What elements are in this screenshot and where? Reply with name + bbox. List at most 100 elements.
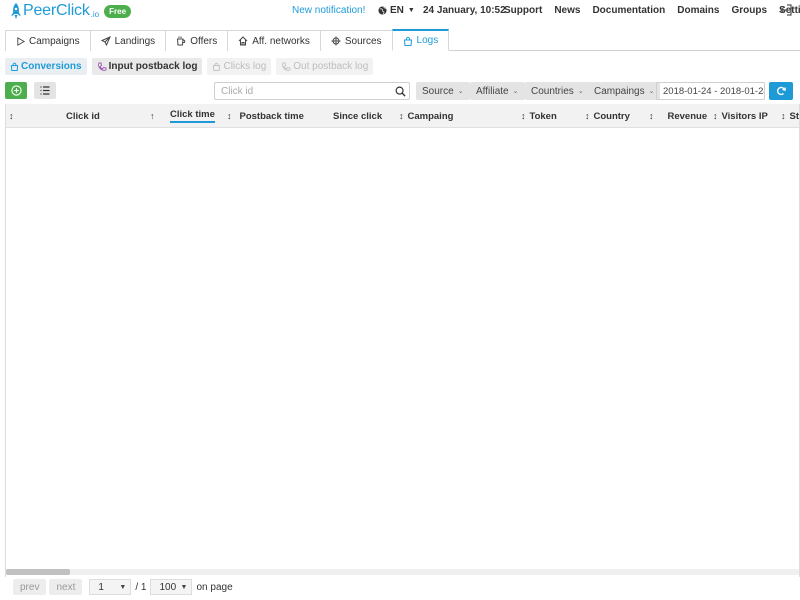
chevron-down-icon: ⌄: [648, 88, 655, 95]
subtab-label: Out postback log: [293, 61, 369, 72]
bag-icon: [213, 62, 221, 71]
click-id-search: [214, 82, 410, 100]
chevron-down-icon: ⌄: [457, 88, 464, 95]
tab-logs[interactable]: Logs: [391, 29, 450, 51]
subtab-input-postback-log[interactable]: Input postback log: [91, 58, 203, 75]
scrollbar-thumb[interactable]: [6, 569, 70, 575]
subtab-conversions[interactable]: Conversions: [5, 58, 87, 75]
filter-label: Source: [422, 85, 454, 97]
subtab-out-postback-log: Out postback log: [276, 58, 374, 75]
horizontal-scrollbar[interactable]: [6, 569, 799, 575]
logo-text: PeerClick: [23, 2, 90, 19]
logo[interactable]: PeerClick .io Free: [10, 2, 132, 20]
subtab-label: Clicks log: [223, 61, 267, 72]
nav-documentation[interactable]: Documentation: [592, 5, 665, 16]
column-label: Revenue: [667, 110, 708, 122]
tab-sources[interactable]: Sources: [319, 30, 393, 51]
caret-down-icon: ▼: [119, 583, 127, 591]
tab-campaigns[interactable]: Campaigns: [5, 30, 91, 51]
column-label: Token: [529, 110, 557, 122]
tab-label: Aff. networks: [252, 35, 310, 47]
phone-icon: [282, 62, 291, 71]
sort-both-icon: ↕: [9, 111, 14, 121]
language-label: EN: [390, 5, 404, 16]
column-since-click[interactable]: Since click: [333, 104, 382, 128]
tab-label: Campaigns: [29, 35, 80, 47]
prev-page-button[interactable]: prev: [13, 579, 47, 595]
column-status[interactable]: ↕ St: [781, 104, 799, 128]
countries-filter[interactable]: Countries ⌄: [525, 82, 590, 100]
page-select[interactable]: 1 ▼: [89, 579, 132, 595]
tab-label: Sources: [344, 35, 382, 47]
column-visitors-ip[interactable]: ↕ Visitors IP: [713, 104, 768, 128]
filter-label: Countries: [531, 85, 574, 97]
add-button[interactable]: [5, 82, 27, 99]
page-select-value: 1: [98, 581, 104, 593]
phone-icon: [97, 62, 107, 71]
column-click-id[interactable]: Click id: [66, 104, 100, 128]
log-subtabs: Conversions Input postback log Clicks lo…: [5, 58, 378, 75]
logo-suffix: .io: [90, 9, 100, 19]
top-nav: Support News Documentation Domains Group…: [504, 5, 800, 16]
sort-both-icon: ↕: [649, 111, 654, 121]
cup-icon: [177, 36, 186, 46]
filter-label: Campaings: [594, 85, 645, 97]
column-token[interactable]: ↕ Token: [521, 104, 557, 128]
column-postback-time[interactable]: ↕ Postback time: [227, 104, 304, 128]
column-label: St: [789, 110, 800, 122]
tab-aff-networks[interactable]: Aff. networks: [227, 30, 321, 51]
column-click-time[interactable]: Click time: [170, 104, 215, 128]
column-campaing[interactable]: ↕ Campaing: [399, 104, 453, 128]
column-click-time-sort[interactable]: ↑: [150, 104, 159, 128]
campaings-filter[interactable]: Campaings ⌄: [588, 82, 661, 100]
bag-icon: [403, 36, 412, 46]
bag-icon: [10, 62, 19, 71]
subtab-label: Input postback log: [108, 61, 198, 72]
top-bar: PeerClick .io Free New notification! EN …: [0, 0, 800, 22]
subtab-clicks-log: Clicks log: [207, 58, 272, 75]
source-filter[interactable]: Source ⌄: [416, 82, 470, 100]
globe-icon: [378, 6, 387, 15]
tab-offers[interactable]: Offers: [165, 30, 229, 51]
date-range-picker[interactable]: 2018-01-24 - 2018-01-24: [656, 82, 765, 100]
sort-up-icon: ↑: [150, 111, 155, 121]
nav-groups[interactable]: Groups: [731, 5, 767, 16]
home-icon: [238, 36, 248, 46]
column-country[interactable]: ↕ Country: [585, 104, 630, 128]
subtab-label: Conversions: [21, 61, 82, 72]
caret-down-icon: ▼: [407, 7, 415, 14]
column-label: Visitors IP: [721, 110, 768, 122]
nav-domains[interactable]: Domains: [677, 5, 719, 16]
table-header: ↕ Click id ↑ Click time ↕ Postback time S…: [6, 104, 799, 128]
column-revenue[interactable]: ↕ Revenue: [649, 104, 707, 128]
next-page-button[interactable]: next: [49, 579, 83, 595]
plan-badge: Free: [104, 4, 132, 18]
chevron-down-icon: ⌄: [512, 88, 519, 95]
nav-news[interactable]: News: [554, 5, 580, 16]
current-datetime: 24 January, 10:52: [423, 5, 506, 16]
page-total: / 1: [135, 581, 147, 593]
column-handle[interactable]: ↕: [9, 104, 18, 128]
plus-circle-icon: [10, 85, 22, 96]
tab-label: Landings: [114, 35, 156, 47]
logout-icon[interactable]: [780, 4, 792, 16]
nav-support[interactable]: Support: [504, 5, 542, 16]
column-label: Postback time: [239, 110, 304, 122]
refresh-icon: [776, 86, 786, 96]
per-page-select[interactable]: 100 ▼: [150, 579, 193, 595]
list-icon: [40, 86, 50, 95]
notification-link[interactable]: New notification!: [292, 5, 365, 16]
columns-button[interactable]: [34, 82, 56, 99]
chevron-down-icon: ⌄: [577, 88, 584, 95]
sort-both-icon: ↕: [713, 111, 718, 121]
main-tabs: Campaigns Landings Offers Aff. networks …: [5, 29, 800, 51]
search-icon[interactable]: [395, 86, 406, 97]
affiliate-filter[interactable]: Affiliate ⌄: [470, 82, 525, 100]
target-icon: [331, 36, 341, 46]
per-page-value: 100: [159, 581, 177, 593]
language-selector[interactable]: EN ▼: [378, 5, 415, 16]
search-input[interactable]: [221, 85, 391, 97]
sort-both-icon: ↕: [781, 111, 786, 121]
refresh-button[interactable]: [769, 82, 793, 100]
tab-landings[interactable]: Landings: [89, 30, 167, 51]
